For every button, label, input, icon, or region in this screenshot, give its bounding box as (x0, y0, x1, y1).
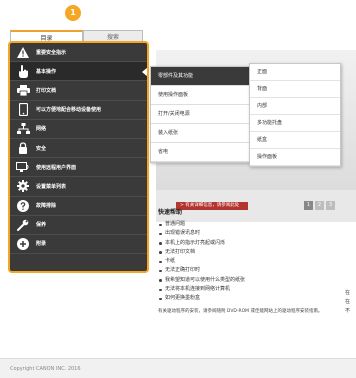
gear-icon (15, 179, 31, 193)
submenu-item-parts[interactable]: 零部件及其功能 (151, 67, 254, 86)
help-link[interactable]: 如何更换墨粉盒 (158, 294, 354, 303)
printer-icon (15, 83, 31, 97)
quick-help-list: 普通问题 出现错误讯息时 本机上的指示灯亮起或闪烁 无法打印文档 卡纸 无法正确… (158, 220, 354, 304)
cropped-text: 在 在 不 (345, 289, 350, 316)
nav-item-basic-operations[interactable]: 基本操作 (10, 62, 147, 82)
hand-pointer-icon (15, 64, 31, 78)
nav-label: 附录 (36, 241, 47, 248)
nav-item-printing[interactable]: 打印文档 (10, 81, 147, 101)
question-icon (15, 199, 31, 213)
nav-item-appendix[interactable]: 附录 (10, 235, 147, 255)
remote-ui-icon (15, 160, 31, 174)
submenu-item-energy-saving[interactable]: 省电 (151, 143, 254, 162)
network-icon (15, 122, 31, 136)
help-link[interactable]: 普通问题 (158, 220, 354, 229)
wrench-icon (15, 218, 31, 232)
help-link[interactable]: 本机上的指示灯亮起或闪烁 (158, 239, 354, 248)
nav-label: 故障排除 (36, 203, 57, 210)
submenu-item-operation-panel[interactable]: 使用操作面板 (151, 86, 254, 105)
submenu-parts: 正面 背面 内部 多功能托盘 纸盒 操作面板 (249, 63, 341, 167)
plus-icon (15, 237, 31, 251)
driver-install-note: 有关驱动程序的安装，请参阅随附 DVD-ROM 或佳能网站上的驱动程序安装指南。 (158, 308, 323, 314)
nav-label: 打印文档 (36, 87, 57, 94)
footer-copyright: Copyright CANON INC. 2016 (0, 358, 356, 378)
nav-item-remote-ui[interactable]: 使用远程用户界面 (10, 158, 147, 178)
lock-icon (15, 141, 31, 155)
nav-label: 保养 (36, 222, 47, 229)
nav-label: 基本操作 (36, 68, 57, 75)
contents-nav: 重要安全指示 基本操作 打印文档 可以方便地配合移动设备使用 网络 安全 使用远… (8, 41, 149, 273)
submenu-item-operation-panel-part[interactable]: 操作面板 (250, 149, 340, 166)
nav-item-network[interactable]: 网络 (10, 120, 147, 139)
callout-badge: 1 (65, 5, 81, 21)
help-link[interactable]: 无法正确打印时 (158, 266, 354, 275)
manual-window: 1 目录 搜索 重要安全指示 基本操作 打印文档 可以方便地配合移动设备使用 网… (0, 0, 356, 378)
help-link[interactable]: 无法打印文档 (158, 248, 354, 257)
help-link[interactable]: 出现错误讯息时 (158, 229, 354, 238)
nav-label: 设置菜单列表 (36, 183, 67, 190)
nav-item-settings-menu[interactable]: 设置菜单列表 (10, 177, 147, 197)
submenu-item-back[interactable]: 背面 (250, 81, 340, 98)
submenu-item-interior[interactable]: 内部 (250, 98, 340, 115)
nav-label: 使用远程用户界面 (36, 164, 77, 171)
mobile-device-icon (15, 103, 31, 117)
nav-label: 重要安全指示 (36, 49, 67, 56)
nav-item-troubleshooting[interactable]: 故障排除 (10, 197, 147, 216)
quick-help-title: 快速帮助 (158, 209, 183, 216)
submenu-basic-operations: 零部件及其功能 使用操作面板 打开/关闭电源 装入纸张 省电 (150, 66, 255, 163)
cropped-text-line: 不 (345, 308, 351, 314)
nav-item-mobile[interactable]: 可以方便地配合移动设备使用 (10, 101, 147, 120)
nav-item-maintenance[interactable]: 保养 (10, 216, 147, 235)
cropped-text-line: 在 (345, 299, 351, 305)
help-link[interactable]: 我希望知道可以使用什么类型的纸张 (158, 276, 354, 285)
nav-label: 网络 (36, 126, 47, 133)
submenu-item-loading-paper[interactable]: 装入纸张 (151, 124, 254, 143)
submenu-item-power[interactable]: 打开/关闭电源 (151, 105, 254, 124)
help-link[interactable]: 卡纸 (158, 257, 354, 266)
nav-item-security[interactable]: 安全 (10, 139, 147, 159)
nav-label: 安全 (36, 145, 47, 152)
help-link[interactable]: 无法将本机连接到网络计算机 (158, 285, 354, 294)
nav-item-safety[interactable]: 重要安全指示 (10, 43, 147, 63)
warning-icon (15, 45, 31, 59)
submenu-item-front[interactable]: 正面 (250, 64, 340, 81)
quick-help: 快速帮助 普通问题 出现错误讯息时 本机上的指示灯亮起或闪烁 无法打印文档 卡纸… (158, 207, 354, 315)
cropped-text-line: 在 (345, 290, 351, 296)
submenu-item-paper-drawer[interactable]: 纸盒 (250, 132, 340, 149)
nav-label: 可以方便地配合移动设备使用 (36, 107, 102, 114)
submenu-item-multipurpose-tray[interactable]: 多功能托盘 (250, 115, 340, 132)
